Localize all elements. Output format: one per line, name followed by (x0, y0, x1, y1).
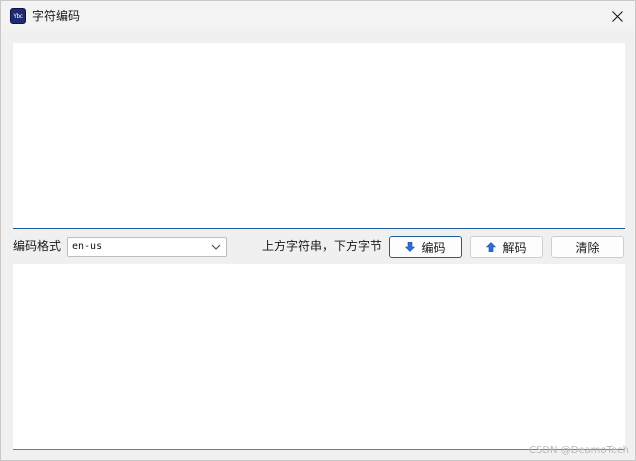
decode-button-label: 解码 (502, 240, 527, 255)
decode-button[interactable]: 解码 (470, 236, 543, 258)
chevron-down-icon (211, 244, 221, 250)
encode-button[interactable]: 编码 (389, 236, 462, 258)
close-icon (611, 10, 623, 22)
clear-button-label: 清除 (575, 240, 600, 255)
format-select[interactable]: en-us (67, 237, 227, 257)
title-bar: Ybc 字符编码 (1, 1, 635, 31)
format-selected-value: en-us (72, 241, 103, 252)
close-button[interactable] (599, 1, 635, 31)
watermark: CSDN @DeamoTech (529, 445, 629, 456)
app-icon: Ybc (10, 8, 26, 24)
clear-button[interactable]: 清除 (551, 236, 624, 258)
arrow-up-icon (486, 242, 497, 252)
string-input[interactable] (13, 43, 625, 229)
window-title: 字符编码 (32, 9, 81, 23)
arrow-down-icon (405, 242, 416, 252)
app-window: Ybc 字符编码 编码格式 en-us 上方字符串，下方字节 编码 解码 清除 … (0, 0, 636, 461)
bytes-output[interactable] (13, 264, 625, 450)
encode-button-label: 编码 (421, 240, 446, 255)
hint-text: 上方字符串，下方字节 (262, 239, 383, 253)
format-label: 编码格式 (13, 239, 62, 253)
